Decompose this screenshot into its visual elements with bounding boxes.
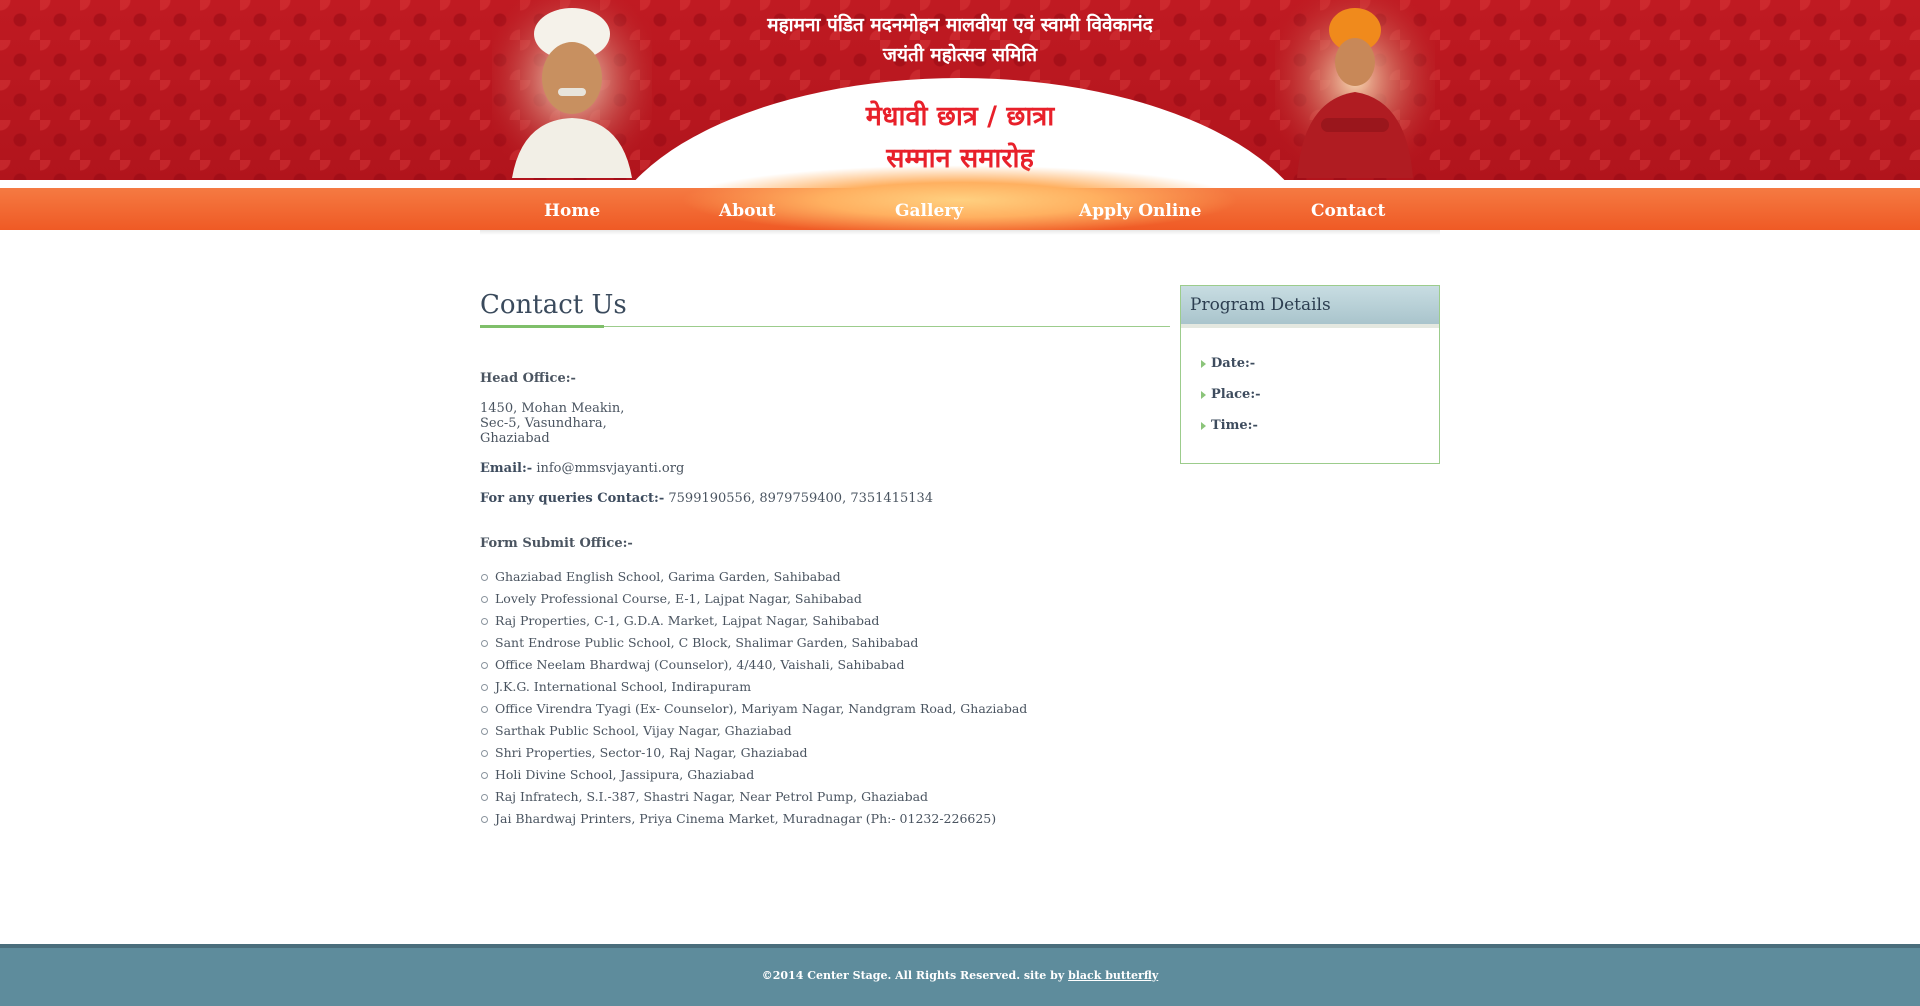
address-line: Ghaziabad: [480, 431, 550, 446]
title-underline: [480, 325, 604, 328]
address-line: Sec-5, Vasundhara,: [480, 416, 607, 431]
organization-title-line2: जयंती महोत्सव समिति: [882, 44, 1038, 66]
program-details-list: Date:- Place:- Time:-: [1181, 328, 1439, 441]
program-place-item: Place:-: [1201, 379, 1439, 410]
organization-title-line1: महामना पंडित मदनमोहन मालवीया एवं स्वामी …: [767, 14, 1153, 36]
office-list-item: J.K.G. International School, Indirapuram: [480, 676, 1027, 698]
program-details-box: Program Details Date:- Place:- Time:-: [1180, 285, 1440, 464]
office-list-item: Raj Infratech, S.I.-387, Shastri Nagar, …: [480, 786, 1027, 808]
office-list-item: Raj Properties, C-1, G.D.A. Market, Lajp…: [480, 610, 1027, 632]
nav-apply-online-link[interactable]: Apply Online: [1079, 198, 1201, 224]
page-title: Contact Us: [480, 290, 627, 320]
head-office-address: 1450, Mohan Meakin, Sec-5, Vasundhara, G…: [480, 401, 624, 446]
queries-row: For any queries Contact:- 7599190556, 89…: [480, 491, 933, 506]
office-list-item: Jai Bhardwaj Printers, Priya Cinema Mark…: [480, 808, 1027, 830]
nav-about-link[interactable]: About: [719, 198, 776, 224]
footer-copyright: ©2014 Center Stage. All Rights Reserved.…: [0, 969, 1920, 982]
office-list-item: Office Virendra Tyagi (Ex- Counselor), M…: [480, 698, 1027, 720]
office-list-item: Sant Endrose Public School, C Block, Sha…: [480, 632, 1027, 654]
event-title-line1: मेधावी छात्र / छात्रा: [865, 101, 1055, 132]
office-list-item: Shri Properties, Sector-10, Raj Nagar, G…: [480, 742, 1027, 764]
form-submit-office-label: Form Submit Office:-: [480, 536, 633, 551]
office-list-item: Lovely Professional Course, E-1, Lajpat …: [480, 588, 1027, 610]
program-details-title: Program Details: [1181, 286, 1439, 328]
malviya-portrait-image: [492, 0, 652, 178]
office-list-item: Holi Divine School, Jassipura, Ghaziabad: [480, 764, 1027, 786]
nav-gallery-link[interactable]: Gallery: [895, 198, 963, 224]
vivekananda-portrait-image: [1275, 0, 1435, 178]
queries-phone-numbers: 7599190556, 8979759400, 7351415134: [668, 491, 934, 506]
email-row: Email:- info@mmsvjayanti.org: [480, 461, 684, 476]
office-list-item: Sarthak Public School, Vijay Nagar, Ghaz…: [480, 720, 1027, 742]
organization-title: महामना पंडित मदनमोहन मालवीया एवं स्वामी …: [680, 10, 1240, 70]
office-list-item: Ghaziabad English School, Garima Garden,…: [480, 566, 1027, 588]
email-value: info@mmsvjayanti.org: [536, 461, 685, 476]
nav-contact-link[interactable]: Contact: [1311, 198, 1385, 224]
footer-credit-link[interactable]: black butterfly: [1068, 969, 1158, 982]
address-line: 1450, Mohan Meakin,: [480, 401, 625, 416]
program-time-item: Time:-: [1201, 410, 1439, 441]
form-submit-office-list: Ghaziabad English School, Garima Garden,…: [480, 566, 1027, 830]
office-list-item: Office Neelam Bhardwaj (Counselor), 4/44…: [480, 654, 1027, 676]
email-label: Email:-: [480, 461, 533, 476]
site-footer: ©2014 Center Stage. All Rights Reserved.…: [0, 944, 1920, 1006]
nav-shadow: [480, 230, 1440, 235]
program-date-item: Date:-: [1201, 348, 1439, 379]
queries-label: For any queries Contact:-: [480, 491, 665, 506]
nav-home-link[interactable]: Home: [544, 198, 600, 224]
head-office-label: Head Office:-: [480, 371, 576, 386]
footer-copyright-text: ©2014 Center Stage. All Rights Reserved.…: [761, 969, 1065, 982]
